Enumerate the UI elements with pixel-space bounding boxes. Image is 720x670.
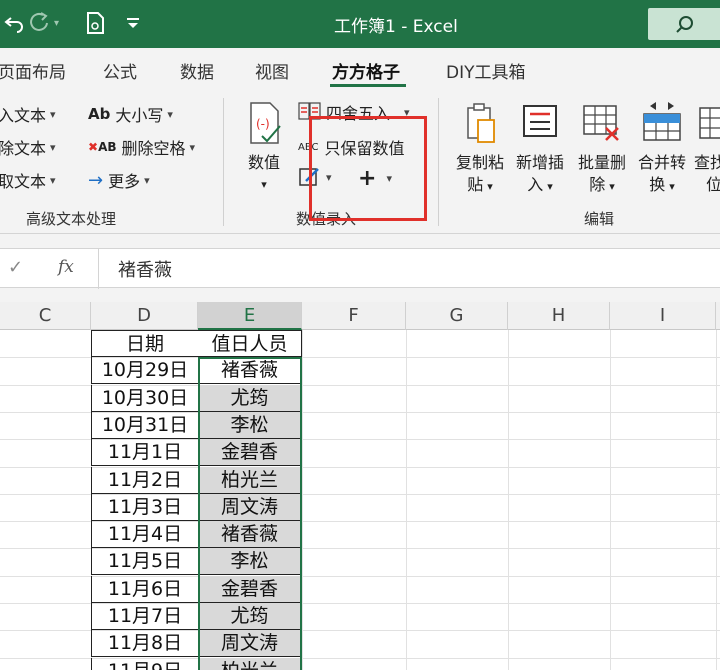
- table-cell-duty[interactable]: 周文涛: [198, 494, 302, 521]
- tab-page-layout[interactable]: 页面布局: [0, 58, 66, 83]
- column-header-g[interactable]: G: [406, 302, 508, 330]
- table-cell-duty[interactable]: 尤筠: [198, 385, 302, 412]
- table-cell-date[interactable]: 11月9日: [91, 658, 199, 670]
- table-cell-date[interactable]: 11月5日: [91, 548, 199, 575]
- find-icon: [699, 107, 720, 139]
- table-cell-duty[interactable]: 李松: [198, 548, 302, 575]
- group-separator: [223, 98, 224, 226]
- file-icon[interactable]: [84, 10, 106, 36]
- column-headers: C D E F G H I: [0, 302, 720, 330]
- table-cell-date[interactable]: 10月29日: [91, 357, 199, 384]
- formula-input[interactable]: 褚香薇: [118, 256, 172, 282]
- remove-space-icon: ✖AB: [88, 140, 117, 154]
- table-cell-date[interactable]: 11月2日: [91, 467, 199, 494]
- svg-text:(-): (-): [256, 117, 270, 131]
- table-cell-date[interactable]: 11月4日: [91, 521, 199, 548]
- table-cell-date[interactable]: 11月6日: [91, 576, 199, 603]
- table-cell-date[interactable]: 10月31日: [91, 412, 199, 439]
- copy-paste-button[interactable]: 复制粘 贴 ▾: [452, 100, 508, 198]
- table-header-duty[interactable]: 值日人员: [198, 330, 302, 357]
- table-header-date[interactable]: 日期: [91, 330, 199, 357]
- search-box[interactable]: [648, 8, 720, 40]
- tab-fangfang-gezi[interactable]: 方方格子: [332, 58, 400, 83]
- batch-delete-button[interactable]: 批量删 除 ▾: [574, 100, 630, 198]
- tab-diy-toolbox[interactable]: DIY工具箱: [446, 58, 526, 83]
- table-cell-duty[interactable]: 柏光兰: [198, 467, 302, 494]
- window-title: 工作簿1 - Excel: [334, 17, 458, 37]
- table-cell-duty[interactable]: 尤筠: [198, 603, 302, 630]
- delete-text-button[interactable]: 除文本 ▾: [0, 135, 56, 159]
- ribbon: 入文本 ▾ 除文本 ▾ 取文本 ▾ Ab 大小写 ▾ ✖AB 删除空格 ▾ → 更多 ▾ 高…: [0, 90, 720, 234]
- formula-bar: ✓ fx 褚香薇: [0, 248, 720, 289]
- merge-convert-button[interactable]: 合并转 换 ▾: [634, 100, 690, 198]
- customize-toolbar-icon[interactable]: [126, 10, 140, 36]
- title-bar: ▾ 工作簿1 - Excel: [0, 0, 720, 48]
- column-header-d[interactable]: D: [91, 302, 198, 330]
- highlight-box: [309, 116, 427, 221]
- redo-icon[interactable]: ▾: [28, 10, 59, 36]
- tab-formulas[interactable]: 公式: [103, 58, 137, 83]
- table-cell-date[interactable]: 11月8日: [91, 630, 199, 657]
- table-cell-duty[interactable]: 金碧香: [198, 576, 302, 603]
- confirm-check-icon[interactable]: ✓: [8, 257, 23, 278]
- worksheet-grid[interactable]: 日期 值日人员 10月29日 褚香薇 10月30日 尤筠 10月31日 李松 11月1日 金碧…: [0, 330, 720, 670]
- clipboard-icon: [467, 103, 495, 143]
- column-header-c[interactable]: C: [0, 302, 91, 330]
- table-cell-duty[interactable]: 李松: [198, 412, 302, 439]
- group-label-edit: 编辑: [584, 210, 615, 228]
- active-tab-indicator: [330, 84, 406, 87]
- column-header-e[interactable]: E: [198, 302, 302, 330]
- value-doc-icon: (-): [250, 102, 281, 144]
- extract-text-button[interactable]: 取文本 ▾: [0, 168, 56, 192]
- grid-line: [610, 330, 611, 670]
- insert-rows-icon: [523, 105, 557, 137]
- group-separator: [438, 98, 439, 226]
- case-button[interactable]: Ab 大小写 ▾: [88, 102, 173, 126]
- grid-line: [406, 330, 407, 670]
- tab-view[interactable]: 视图: [255, 58, 289, 83]
- column-header-h[interactable]: H: [508, 302, 610, 330]
- table-cell-date[interactable]: 11月7日: [91, 603, 199, 630]
- tab-data[interactable]: 数据: [180, 58, 214, 83]
- search-icon: [676, 16, 693, 33]
- case-icon: Ab: [88, 105, 111, 123]
- table-cell-date[interactable]: 10月30日: [91, 385, 199, 412]
- delete-table-icon: [583, 105, 619, 141]
- table-cell-date[interactable]: 11月3日: [91, 494, 199, 521]
- remove-space-button[interactable]: ✖AB 删除空格 ▾: [88, 135, 195, 159]
- group-label-text: 高级文本处理: [26, 210, 117, 228]
- function-fx-icon[interactable]: fx: [58, 257, 74, 277]
- grid-line: [302, 330, 303, 670]
- column-header-f[interactable]: F: [302, 302, 406, 330]
- table-cell-date[interactable]: 11月1日: [91, 439, 199, 466]
- arrow-right-icon: →: [88, 169, 104, 191]
- grid-line: [508, 330, 509, 670]
- grid-line: [716, 330, 717, 670]
- formula-separator: [98, 249, 99, 289]
- insert-text-button[interactable]: 入文本 ▾: [0, 102, 56, 126]
- undo-icon[interactable]: [2, 10, 26, 36]
- more-button[interactable]: → 更多 ▾: [88, 168, 150, 192]
- table-cell-duty[interactable]: 金碧香: [198, 439, 302, 466]
- insert-button[interactable]: 新增插 入 ▾: [512, 100, 568, 198]
- value-button[interactable]: (-) 数值 ▾: [240, 100, 288, 196]
- table-cell-duty[interactable]: 周文涛: [198, 630, 302, 657]
- table-cell-duty[interactable]: 褚香薇: [198, 521, 302, 548]
- find-locate-button[interactable]: 查找 位: [694, 100, 720, 196]
- merge-icon: [643, 102, 681, 141]
- table-cell-duty[interactable]: 柏光兰: [198, 658, 302, 670]
- table-cell-duty[interactable]: 褚香薇: [198, 357, 302, 384]
- column-header-i[interactable]: I: [610, 302, 716, 330]
